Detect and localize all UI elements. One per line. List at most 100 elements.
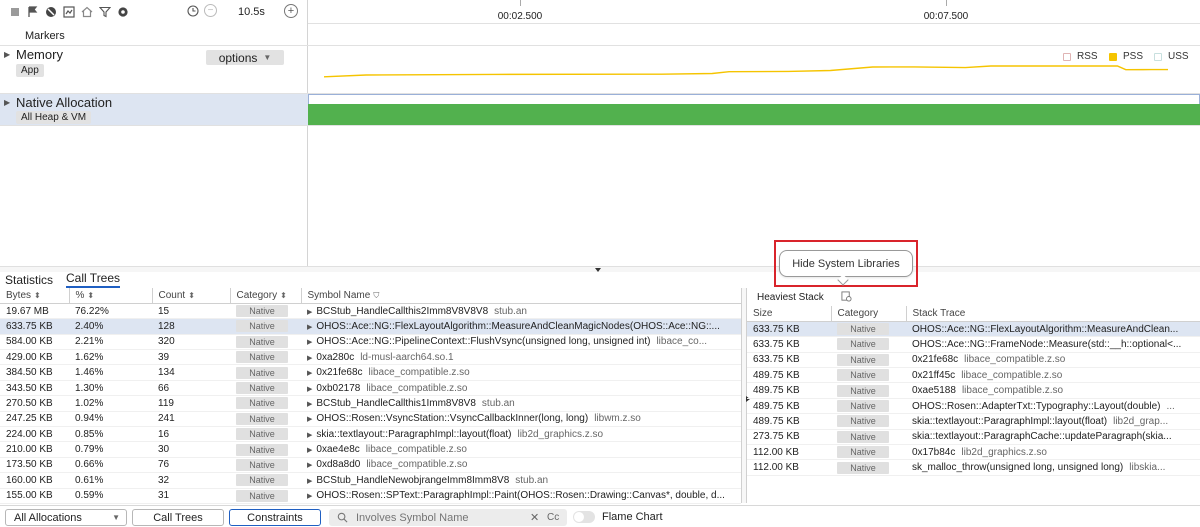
symbol-name: BCStub_HandleCallthis1Imm8V8V8 [316, 397, 476, 409]
tab-call-trees[interactable]: Call Trees [66, 271, 121, 288]
expand-row-icon[interactable]: ▶ [307, 416, 312, 423]
trace-cell: OHOS::Ace::NG::FrameNode::Measure(std::_… [906, 336, 1200, 353]
stack-row[interactable]: 112.00 KB Native sk_malloc_throw(unsigned … [747, 459, 1200, 476]
table-row[interactable]: 19.67 MB 76.22% 15 Native ▶ BCStub_HandleCall… [0, 303, 741, 320]
legend-rss[interactable]: RSS [1063, 51, 1098, 62]
flag-icon[interactable] [26, 5, 40, 19]
collapse-arrow-icon[interactable] [595, 268, 601, 272]
search-input[interactable] [356, 511, 526, 524]
settings-icon[interactable] [116, 5, 130, 19]
expand-row-icon[interactable]: ▶ [307, 462, 312, 469]
stack-row[interactable]: 489.75 KB Native skia::textlayout::Paragra… [747, 413, 1200, 430]
library-name: lib2d_graphics.z.so [517, 428, 604, 440]
table-header-row: Bytes ⬍ % ⬍ Count ⬍ Category ⬍ Symbol Name ⛉ [0, 288, 742, 304]
expand-row-icon[interactable]: ▶ [307, 386, 312, 393]
hide-system-libraries-tooltip: Hide System Libraries [779, 250, 913, 277]
symbol-cell: ▶ 0xb02178 libace_compatible.z.so [301, 380, 741, 397]
legend-uss[interactable]: USS [1154, 51, 1189, 62]
sort-icon: ⬍ [280, 290, 287, 300]
col-percent[interactable]: % ⬍ [69, 288, 153, 304]
filter-icon[interactable] [98, 5, 112, 19]
stack-row[interactable]: 489.75 KB Native OHOS::Rosen::AdapterTxt::… [747, 398, 1200, 415]
track-labels-column: − 10.5s + Markers ▶ Memory App options ▼… [0, 0, 308, 266]
hide-system-libraries-icon[interactable] [841, 291, 852, 302]
tab-statistics[interactable]: Statistics [5, 273, 53, 288]
expand-row-icon[interactable]: ▶ [307, 447, 312, 454]
stack-row[interactable]: 112.00 KB Native 0x17b84c lib2d_graphics.z.… [747, 444, 1200, 461]
native-expand-icon[interactable]: ▶ [4, 98, 10, 107]
native-allocation-bar[interactable] [308, 104, 1200, 125]
symbol-name: BCStub_HandleNewobjrangeImm8Imm8V8 [316, 474, 510, 486]
col-bytes[interactable]: Bytes ⬍ [0, 288, 70, 304]
col-stack-trace[interactable]: Stack Trace [906, 306, 1200, 322]
stack-row[interactable]: 489.75 KB Native 0xae5188 libace_compatible… [747, 382, 1200, 399]
stack-trace-symbol: skia::textlayout::ParagraphImpl::layout(… [912, 415, 1108, 427]
clear-icon[interactable]: ✕ [530, 511, 539, 524]
stack-trace-symbol: OHOS::Rosen::AdapterTxt::Typography::Lay… [912, 400, 1161, 412]
stack-row[interactable]: 489.75 KB Native 0x21ff45c libace_compatibl… [747, 367, 1200, 384]
percent-cell: 0.66% [69, 457, 152, 474]
case-sensitive-toggle[interactable]: Cc [547, 512, 559, 523]
col-size[interactable]: Size [747, 306, 832, 322]
table-row[interactable]: 160.00 KB 0.61% 32 Native ▶ BCStub_HandleNewo… [0, 472, 741, 489]
category-cell: Native [230, 349, 301, 366]
expand-row-icon[interactable]: ▶ [307, 493, 312, 500]
chevron-down-icon: ▼ [112, 513, 120, 522]
size-cell: 489.75 KB [747, 413, 831, 430]
memory-expand-icon[interactable]: ▶ [4, 50, 10, 59]
stack-row[interactable]: 633.75 KB Native 0x21fe68c libace_compatibl… [747, 352, 1200, 369]
stop-icon[interactable] [8, 5, 22, 19]
col-category[interactable]: Category [831, 306, 907, 322]
flame-chart-toggle[interactable] [573, 511, 595, 523]
expand-row-icon[interactable]: ▶ [307, 324, 312, 331]
block-icon[interactable] [44, 5, 58, 19]
table-row[interactable]: 270.50 KB 1.02% 119 Native ▶ BCStub_HandleCal… [0, 395, 741, 412]
col-count[interactable]: Count ⬍ [152, 288, 231, 304]
expand-row-icon[interactable]: ▶ [307, 339, 312, 346]
table-row[interactable]: 584.00 KB 2.21% 320 Native ▶ OHOS::Ace::NG::P… [0, 334, 741, 351]
category-cell: Native [831, 398, 906, 415]
col-symbol-name[interactable]: Symbol Name ⛉ [301, 288, 742, 304]
allocations-select[interactable]: All Allocations ▼ [5, 509, 127, 526]
table-row[interactable]: 633.75 KB 2.40% 128 Native ▶ OHOS::Ace::NG::F… [0, 318, 741, 335]
symbol-name: 0x21fe68c [316, 367, 363, 379]
stack-row[interactable]: 633.75 KB Native OHOS::Ace::NG::FrameNode:… [747, 336, 1200, 353]
stack-row[interactable]: 633.75 KB Native OHOS::Ace::NG::FlexLayout… [747, 321, 1200, 338]
count-cell: 119 [152, 395, 230, 412]
stack-row[interactable]: 273.75 KB Native skia::textlayout::Paragra… [747, 429, 1200, 446]
trace-cell: 0x21fe68c libace_compatible.z.so [906, 352, 1200, 369]
expand-row-icon[interactable]: ▶ [307, 355, 312, 362]
filter-icon: ⛉ [373, 290, 380, 300]
table-row[interactable]: 155.00 KB 0.59% 31 Native ▶ OHOS::Rosen::SPTe… [0, 488, 741, 504]
memory-options-button[interactable]: options ▼ [206, 50, 284, 65]
col-category[interactable]: Category ⬍ [230, 288, 302, 304]
constraints-button[interactable]: Constraints [229, 509, 321, 526]
expand-row-icon[interactable]: ▶ [307, 309, 312, 316]
expand-row-icon[interactable]: ▶ [307, 432, 312, 439]
table-row[interactable]: 224.00 KB 0.85% 16 Native ▶ skia::textlayout:… [0, 426, 741, 443]
table-row[interactable]: 173.50 KB 0.66% 76 Native ▶ 0xd8a8d0 libace_co… [0, 457, 741, 474]
expand-row-icon[interactable]: ▶ [307, 370, 312, 377]
screenshot-icon[interactable] [62, 5, 76, 19]
bytes-cell: 160.00 KB [0, 472, 69, 489]
expand-row-icon[interactable]: ▶ [307, 401, 312, 408]
clock-icon[interactable] [186, 4, 200, 18]
ruler-label: 00:02.500 [497, 11, 543, 22]
table-row[interactable]: 343.50 KB 1.30% 66 Native ▶ 0xb02178 libace_co… [0, 380, 741, 397]
table-row[interactable]: 384.50 KB 1.46% 134 Native ▶ 0x21fe68c libace_… [0, 364, 741, 381]
timeline-tracks: 00:02.500 00:07.500 RSS PSS USS [308, 0, 1200, 266]
table-row[interactable]: 247.25 KB 0.94% 241 Native ▶ OHOS::Rosen::Vsy… [0, 411, 741, 428]
zoom-in-icon[interactable]: + [284, 4, 298, 18]
table-row[interactable]: 429.00 KB 1.62% 39 Native ▶ 0xa280c ld-musl-aa… [0, 349, 741, 366]
symbol-name: 0xb02178 [316, 382, 361, 394]
category-badge: Native [837, 323, 889, 336]
category-cell: Native [230, 303, 301, 320]
home-icon[interactable] [80, 5, 94, 19]
table-row[interactable]: 210.00 KB 0.79% 30 Native ▶ 0xae4e8c libace_co… [0, 441, 741, 458]
symbol-cell: ▶ BCStub_HandleNewobjrangeImm8Imm8V8 stub.… [301, 472, 741, 489]
legend-pss[interactable]: PSS [1109, 51, 1143, 62]
expand-row-icon[interactable]: ▶ [307, 478, 312, 485]
symbol-name: OHOS::Ace::NG::FlexLayoutAlgorithm::Meas… [316, 320, 720, 332]
zoom-out-icon[interactable]: − [204, 4, 217, 17]
call-trees-button[interactable]: Call Trees [132, 509, 224, 526]
